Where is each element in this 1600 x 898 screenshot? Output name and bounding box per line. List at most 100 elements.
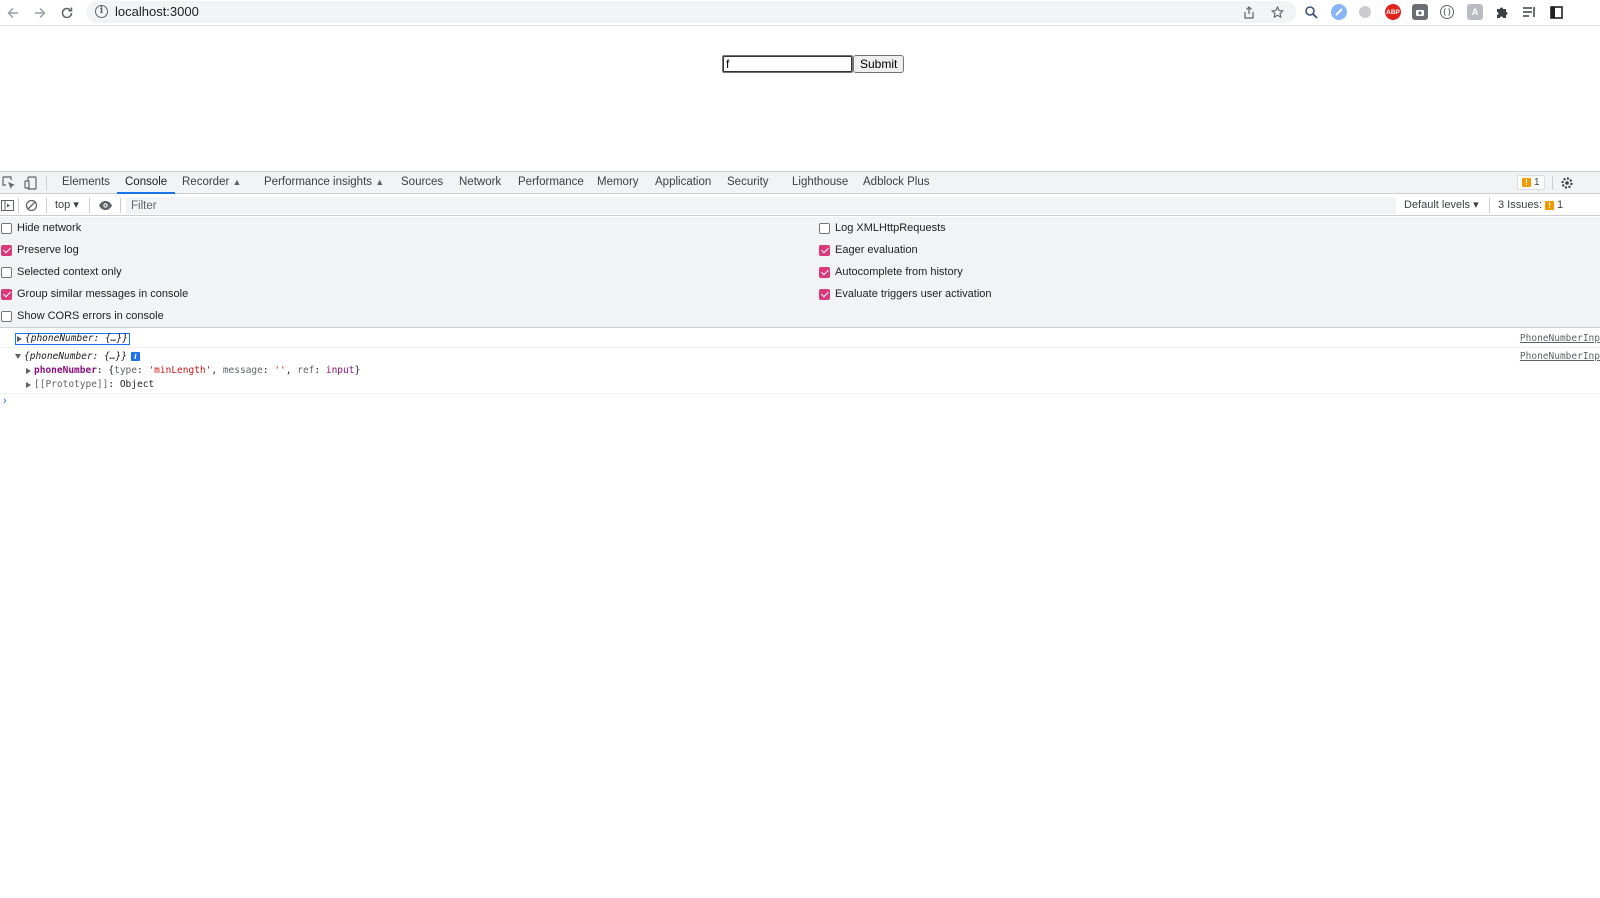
address-bar[interactable]: i localhost:3000	[86, 1, 1296, 23]
punctuation: :	[136, 365, 149, 376]
tab-security[interactable]: Security	[727, 172, 769, 194]
tab-recorder[interactable]: Recorder ▲	[182, 172, 241, 194]
clear-console-icon[interactable]	[25, 199, 38, 212]
checkbox[interactable]	[1, 288, 12, 300]
adblock-icon[interactable]: ABP	[1385, 4, 1401, 20]
console-filter-bar: top ▾ Default levels ▾ 3 Issues: ! 1	[0, 195, 1600, 216]
letter-extension-icon[interactable]: A	[1467, 4, 1483, 20]
warning-icon: !	[1545, 200, 1555, 210]
phone-number-input[interactable]	[722, 55, 853, 73]
checkbox[interactable]	[1, 222, 12, 234]
context-select[interactable]: top ▾	[55, 198, 79, 211]
checkbox[interactable]	[819, 266, 830, 278]
source-link[interactable]: PhoneNumberInp	[1520, 350, 1600, 364]
checkbox[interactable]	[1, 244, 12, 256]
checkbox[interactable]	[819, 222, 830, 234]
device-toolbar-icon[interactable]	[24, 176, 38, 190]
setting-evaluate-triggers[interactable]: Evaluate triggers user activation	[819, 285, 992, 303]
extension-grey-icon[interactable]	[1359, 6, 1371, 18]
checkbox[interactable]	[1, 310, 12, 322]
flask-icon: ▲	[232, 177, 242, 187]
back-arrow-icon[interactable]	[3, 3, 23, 23]
puzzle-icon[interactable]	[1494, 4, 1510, 20]
issues-label: 3 Issues:	[1498, 199, 1543, 211]
flask-icon: ▲	[375, 177, 385, 187]
setting-show-cors-errors[interactable]: Show CORS errors in console	[1, 307, 164, 325]
warning-counter[interactable]: ! 1	[1517, 175, 1545, 190]
log-levels-label: Default levels	[1404, 199, 1471, 211]
object-preview-text[interactable]: {phoneNumber: {…}}	[24, 351, 127, 362]
tab-performance-insights-label: Performance insights	[264, 176, 373, 188]
tab-console[interactable]: Console	[117, 172, 176, 194]
forward-arrow-icon[interactable]	[30, 3, 50, 23]
url-text[interactable]: localhost:3000	[115, 4, 199, 19]
punctuation: }	[354, 365, 361, 376]
punctuation: :	[262, 365, 275, 376]
filter-input[interactable]	[126, 197, 1396, 214]
extension-blue-icon[interactable]	[1331, 4, 1347, 20]
setting-log-xhr[interactable]: Log XMLHttpRequests	[819, 219, 946, 237]
code-extension-icon[interactable]: { }	[1440, 5, 1454, 19]
collapse-triangle-icon[interactable]	[15, 354, 21, 359]
message-line: {phoneNumber: {…}} PhoneNumberInp	[0, 332, 1600, 346]
property-value: input	[325, 365, 355, 376]
tab-performance[interactable]: Performance	[518, 172, 584, 194]
tab-divider	[46, 176, 47, 190]
reload-icon[interactable]	[57, 3, 77, 23]
window-icon[interactable]	[1548, 4, 1564, 20]
console-prompt-row[interactable]: ›	[0, 394, 1600, 414]
setting-selected-context-only[interactable]: Selected context only	[1, 263, 122, 281]
browser-toolbar: i localhost:3000 ABP { } A	[0, 0, 1600, 26]
setting-label: Log XMLHttpRequests	[835, 222, 946, 234]
setting-group-similar[interactable]: Group similar messages in console	[1, 285, 188, 303]
prototype-row[interactable]: [[Prototype]]: Object	[0, 378, 1600, 392]
setting-autocomplete-history[interactable]: Autocomplete from history	[819, 263, 963, 281]
tab-network[interactable]: Network	[459, 172, 501, 194]
gear-icon[interactable]	[1560, 176, 1574, 190]
message-line: {phoneNumber: {…}} i PhoneNumberInp	[0, 350, 1600, 364]
log-levels-dropdown[interactable]: Default levels ▾	[1404, 198, 1479, 211]
context-label: top	[55, 199, 71, 211]
inspect-element-icon[interactable]	[2, 176, 16, 190]
warning-count: 1	[1534, 177, 1540, 188]
reading-list-icon[interactable]	[1521, 4, 1537, 20]
bookmark-star-icon[interactable]	[1269, 4, 1285, 20]
tab-adblock-plus[interactable]: Adblock Plus	[863, 172, 929, 194]
share-icon[interactable]	[1241, 4, 1257, 20]
checkbox[interactable]	[819, 288, 830, 300]
devtools-tab-bar: Elements Console Recorder ▲ Performance …	[0, 171, 1600, 194]
expand-triangle-icon[interactable]	[17, 335, 22, 342]
info-icon[interactable]: i	[95, 5, 108, 18]
setting-hide-network[interactable]: Hide network	[1, 219, 81, 237]
checkbox[interactable]	[1, 266, 12, 278]
tab-elements[interactable]: Elements	[62, 172, 110, 194]
camera-extension-icon[interactable]	[1412, 4, 1428, 20]
punctuation: :	[314, 365, 326, 376]
tab-application[interactable]: Application	[655, 172, 711, 194]
expand-triangle-icon[interactable]	[26, 381, 31, 388]
property-key: [[Prototype]]	[34, 379, 109, 390]
eye-icon[interactable]	[98, 199, 114, 212]
setting-label: Show CORS errors in console	[17, 310, 164, 322]
setting-eager-evaluation[interactable]: Eager evaluation	[819, 241, 918, 259]
submit-button[interactable]: Submit	[853, 55, 905, 73]
checkbox[interactable]	[819, 244, 830, 256]
object-property-row[interactable]: phoneNumber: {type: 'minLength', message…	[0, 364, 1600, 378]
setting-preserve-log[interactable]: Preserve log	[1, 241, 79, 259]
info-badge-icon[interactable]: i	[130, 352, 140, 361]
object-preview[interactable]: {phoneNumber: {…}}	[15, 333, 130, 345]
setting-label: Group similar messages in console	[17, 288, 189, 300]
issues-button[interactable]: 3 Issues: ! 1	[1489, 197, 1563, 213]
tab-performance-insights[interactable]: Performance insights ▲	[264, 172, 384, 194]
tab-lighthouse[interactable]: Lighthouse	[792, 172, 848, 194]
punctuation: ,	[285, 365, 298, 376]
expand-triangle-icon[interactable]	[26, 367, 31, 374]
tab-sources[interactable]: Sources	[401, 172, 443, 194]
sidebar-toggle-icon[interactable]	[1, 199, 14, 212]
setting-label: Selected context only	[17, 266, 122, 278]
setting-label: Eager evaluation	[835, 244, 918, 256]
search-extension-icon[interactable]	[1303, 4, 1319, 20]
setting-label: Evaluate triggers user activation	[835, 288, 992, 300]
source-link[interactable]: PhoneNumberInp	[1520, 332, 1600, 346]
tab-memory[interactable]: Memory	[597, 172, 639, 194]
